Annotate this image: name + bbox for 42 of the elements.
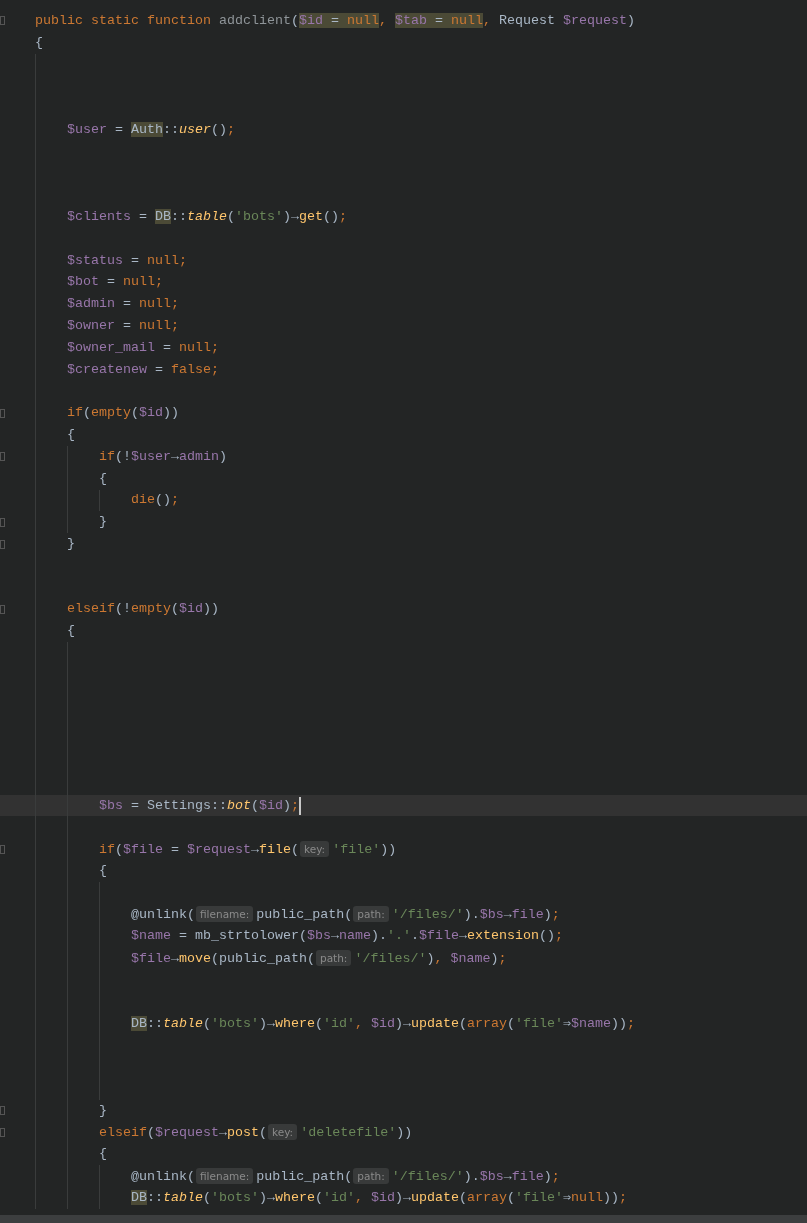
code-line: {: [99, 469, 107, 488]
code-line: die();: [131, 491, 179, 510]
code-line: public static function addclient($id = null, $tab = null, Request $request): [35, 11, 635, 30]
code-line: $status = null;: [67, 251, 187, 270]
code-line: }: [99, 1101, 107, 1120]
code-line: $admin = null;: [67, 295, 179, 314]
code-line: $owner = null;: [67, 317, 179, 336]
code-line: @unlink( filename: public_path( path: '/files/').$bs→file);: [131, 905, 560, 925]
code-line: elseif(!empty($id)): [67, 600, 219, 619]
code-line: {: [35, 33, 43, 52]
code-line: @unlink( filename: public_path( path: '/files/').$bs→file);: [131, 1166, 560, 1186]
code-line: $file→move(public_path( path: '/files/'), $name);: [131, 948, 507, 968]
fold-icon[interactable]: [0, 16, 5, 26]
code-line: {: [67, 622, 75, 641]
code-line: {: [99, 861, 107, 880]
fold-icon[interactable]: [0, 452, 5, 462]
code-line: elseif($request→post( key: 'deletefile')): [99, 1123, 413, 1143]
fold-icon[interactable]: [0, 604, 5, 614]
code-line: $bot = null;: [67, 273, 163, 292]
code-line: }: [99, 513, 107, 532]
code-line: DB::table('bots')→where('id', $id)→update(array('file'⇒null));: [131, 1188, 628, 1207]
fold-icon[interactable]: [0, 1128, 5, 1138]
code-line: $user = Auth::user();: [67, 120, 235, 139]
code-line: {: [99, 1145, 107, 1164]
fold-icon[interactable]: [0, 844, 5, 854]
code-line: $clients = DB::table('bots')→get();: [67, 208, 347, 227]
code-line: $createnew = false;: [67, 360, 219, 379]
code-line: $owner_mail = null;: [67, 338, 219, 357]
fold-icon[interactable]: [0, 408, 5, 418]
code-line: DB::table('bots')→where('id', $id)→update(array('file'⇒$name));: [131, 1014, 636, 1033]
text-cursor: [299, 796, 301, 815]
fold-icon[interactable]: [0, 539, 5, 549]
scrollbar[interactable]: [0, 1215, 807, 1223]
fold-icon[interactable]: [0, 1106, 5, 1116]
code-line: if(empty($id)): [67, 404, 179, 423]
code-line: $name = mb_strtolower($bs→name).'.'.$file→extension();: [131, 927, 563, 946]
code-line: {: [67, 426, 75, 445]
code-line: if(!$user→admin): [99, 447, 227, 466]
code-line: if($file = $request→file( key: 'file')): [99, 839, 397, 859]
code-line: $bs = Settings::bot($id);: [99, 796, 299, 815]
code-line: }: [67, 535, 75, 553]
fold-icon[interactable]: [0, 517, 5, 527]
